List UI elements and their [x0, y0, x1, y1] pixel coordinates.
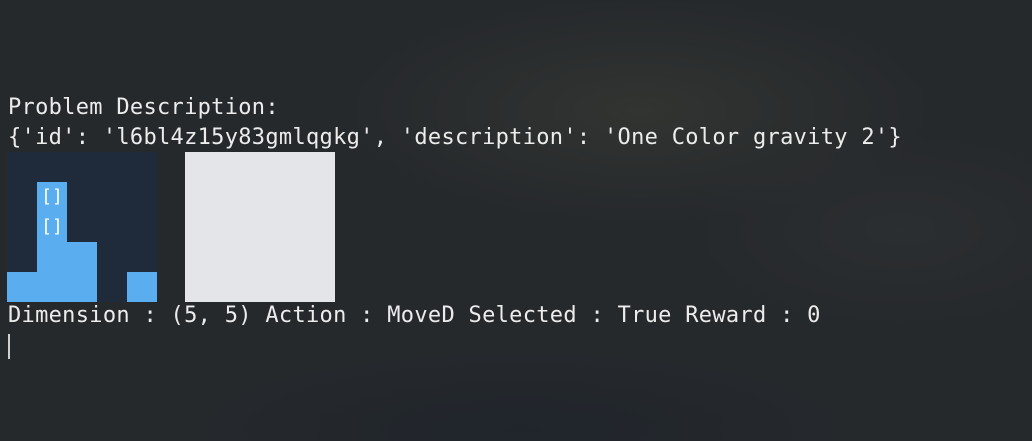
filled-cell	[67, 242, 97, 272]
status-line: Dimension : (5, 5) Action : MoveD Select…	[8, 303, 821, 328]
target-state-grid	[185, 152, 335, 302]
selected-cell: []	[37, 212, 67, 242]
filled-cell	[37, 272, 67, 302]
terminal-window: Problem Description: {'id': 'l6bl4z15y83…	[0, 0, 1032, 441]
selected-cell: []	[37, 182, 67, 212]
current-state-grid: [][]	[7, 152, 157, 302]
filled-cell	[67, 272, 97, 302]
problem-description-text: {'id': 'l6bl4z15y83gmlqgkg', 'descriptio…	[8, 125, 902, 150]
filled-cell	[37, 242, 67, 272]
filled-cell	[7, 272, 37, 302]
filled-cell	[127, 272, 157, 302]
problem-description-heading: Problem Description:	[8, 95, 279, 120]
text-cursor	[8, 334, 10, 359]
